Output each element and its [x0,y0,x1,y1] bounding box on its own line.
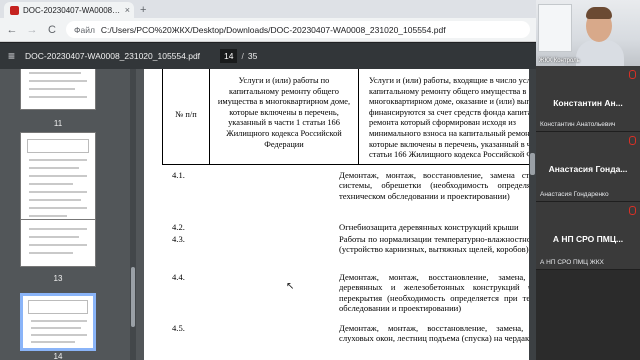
participant-tile[interactable]: Константин Ан... Константин Анатольевич [536,66,640,132]
header-col-number: № п/п [162,69,210,165]
tab-title: DOC-20230407-WA0008_231020_ [23,5,121,15]
participant-tile[interactable]: А НП СРО ПМЦ... А НП СРО ПМЦ ЖКХ [536,202,640,270]
screen: DOC-20230407-WA0008_231020_ × + ← → C Фа… [0,0,640,360]
forward-button[interactable]: → [26,24,38,36]
participant-tile[interactable]: Анастасия Гонда... Анастасия Гондаренко [536,132,640,202]
row-text: Демонтаж, монтаж, восстановление, замена… [339,272,536,313]
thumbnail-page-14[interactable] [20,293,96,351]
pdf-page: № п/п Услуги и (или) работы по капитальн… [144,69,536,360]
participant-name: Константин Анатольевич [540,121,616,128]
participant-display-name: А НП СРО ПМЦ... [552,234,624,244]
row-number: 4.4. [172,272,185,282]
row-text: Демонтаж, монтаж, восстановление, замена… [339,323,536,344]
self-label: ЖКХ Контроль [539,58,580,64]
person-hair [586,7,612,19]
page-indicator: 14 / 35 [220,49,257,63]
row-text: Работы по нормализации температурно-влаж… [339,234,536,255]
document-scrollbar[interactable] [529,69,536,360]
pdf-toolbar: ≡ DOC-20230407-WA0008_231020_105554.pdf … [0,43,536,69]
thumbnail-page-12[interactable] [20,132,96,231]
participant-name: А НП СРО ПМЦ ЖКХ [540,259,604,266]
thumbnail-label: 13 [53,274,63,283]
row-text: Огнебиозащита деревянных конструкций кры… [339,222,519,232]
page-separator: / [241,51,244,61]
back-button[interactable]: ← [6,24,18,36]
current-page-input[interactable]: 14 [220,49,238,63]
total-pages: 35 [247,51,258,61]
camera-feed: ЖКХ Контроль [536,0,640,66]
thumbnail-label: 14 [53,352,63,360]
mouse-cursor-icon: ↖ [286,281,295,292]
url-scheme: Файл [74,24,95,35]
thumbnail-page-13[interactable] [20,219,96,267]
header-col-services: Услуги и (или) работы, входящие в число … [358,69,536,165]
browser-tabstrip: DOC-20230407-WA0008_231020_ × + [0,0,536,18]
self-video-tile[interactable]: ЖКХ Контроль [536,0,640,66]
muted-mic-icon [629,70,636,79]
row-number: 4.5. [172,323,185,333]
video-call-panel: ЖКХ Контроль Константин Ан... Константин… [536,0,640,360]
muted-mic-icon [629,136,636,145]
pdf-file-icon [10,5,19,15]
pdf-filename: DOC-20230407-WA0008_231020_105554.pdf [25,51,201,61]
participant-display-name: Константин Ан... [553,98,623,108]
person-body [576,40,624,66]
browser-tab[interactable]: DOC-20230407-WA0008_231020_ × [4,2,134,18]
participant-display-name: Анастасия Гонда... [548,164,628,174]
new-tab-button[interactable]: + [140,2,146,18]
window-shape [538,4,572,52]
row-number: 4.1. [172,170,185,180]
document-viewport: № п/п Услуги и (или) работы по капитальн… [136,69,536,360]
url-input[interactable]: Файл C:/Users/PCO%20ЖКХ/Desktop/Download… [66,21,530,38]
url-path: C:/Users/PCO%20ЖКХ/Desktop/Downloads/DOC… [100,24,446,35]
participant-name: Анастасия Гондаренко [540,191,609,198]
sidebar-scroll-thumb[interactable] [131,267,135,327]
close-tab-icon[interactable]: × [125,5,130,15]
thumbnail-sidebar: 11 12 13 14 [0,69,136,360]
address-bar-row: ← → C Файл C:/Users/PCO%20ЖКХ/Desktop/Do… [0,18,536,42]
reload-button[interactable]: C [46,24,58,36]
row-number: 4.2. [172,222,185,232]
muted-mic-icon [629,206,636,215]
header-col-works: Услуги и (или) работы по капитальному ре… [209,69,359,165]
document-scroll-thumb[interactable] [530,153,535,175]
row-text: Демонтаж, монтаж, восстановление, замена… [339,170,536,201]
row-number: 4.3. [172,234,185,244]
thumbnail-label: 11 [53,119,63,128]
menu-icon[interactable]: ≡ [8,49,15,63]
thumbnail-page-11[interactable] [20,69,96,110]
